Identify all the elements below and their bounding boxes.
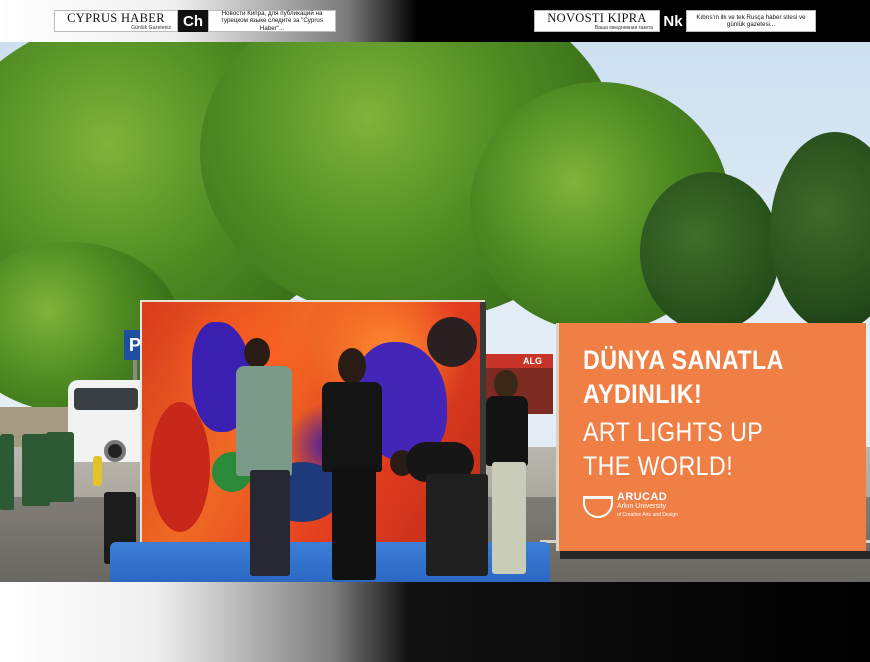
novosti-kipra-description: Kıbrıs'ın ilk ve tek Rusça haber sitesi … xyxy=(686,10,816,32)
cyprus-haber-description: Новости Кипра, для публикаций на турецко… xyxy=(208,10,336,32)
event-photo: P ALG DÜNYA SANATLA AYDINLIK! ART LIGHTS… xyxy=(0,42,870,582)
cyprus-haber-title: CYPRUS HABER xyxy=(67,10,165,25)
banner-headline-tr-1: DÜNYA SANATLA xyxy=(583,345,784,375)
tree-canopy xyxy=(770,132,870,332)
banner-headline-en-1: ART LIGHTS UP xyxy=(583,417,764,447)
arucad-logo-sub2: of Creative Arts and Design xyxy=(617,512,678,518)
arucad-logo-sub1: Arkın University xyxy=(617,503,667,510)
novosti-kipra-brand[interactable]: NOVOSTI KIPRA Ваша ежедневная газета Nk … xyxy=(534,10,816,32)
van-wheel xyxy=(104,440,126,462)
novosti-kipra-title: NOVOSTI KIPRA xyxy=(547,10,647,25)
cyprus-haber-name-box: CYPRUS HABER Günlük Gazeteniz xyxy=(54,10,178,32)
paint-shape xyxy=(427,317,477,367)
person-painter-green xyxy=(232,338,312,582)
cyprus-haber-brand[interactable]: CYPRUS HABER Günlük Gazeteniz Ch Новости… xyxy=(54,10,336,32)
novosti-kipra-logo-text: Nk xyxy=(663,12,683,30)
top-header-bar: CYPRUS HABER Günlük Gazeteniz Ch Новости… xyxy=(0,0,870,42)
kiosk-sign: ALG xyxy=(483,354,553,368)
trash-bin xyxy=(46,432,74,502)
bottom-bar xyxy=(0,582,870,662)
paint-shape xyxy=(150,402,210,532)
banner-headline-tr-2: AYDINLIK! xyxy=(583,379,703,409)
tree-canopy xyxy=(640,172,780,332)
cyprus-haber-logo-icon: Ch xyxy=(178,10,208,32)
arucad-logo-name: ARUCAD xyxy=(617,491,668,503)
cyprus-haber-tagline: Günlük Gazeteniz xyxy=(131,24,171,31)
arucad-logo: ARUCAD Arkın University of Creative Arts… xyxy=(583,491,678,520)
banner-headline-en-2: THE WORLD! xyxy=(583,451,734,481)
person-standing xyxy=(484,370,534,580)
novosti-kipra-name-box: NOVOSTI KIPRA Ваша ежедневная газета xyxy=(534,10,660,32)
cyprus-haber-logo-text: Ch xyxy=(183,12,203,30)
novosti-kipra-tagline: Ваша ежедневная газета xyxy=(594,24,653,31)
banner-base xyxy=(560,551,870,559)
novosti-kipra-logo-icon: Nk xyxy=(660,10,686,32)
trash-bin xyxy=(0,434,14,510)
person-painter-black xyxy=(318,348,388,582)
arucad-logo-text: ARUCAD Arkın University of Creative Arts… xyxy=(617,491,678,520)
white-van xyxy=(68,380,146,462)
arucad-logo-icon xyxy=(583,495,613,518)
van-window xyxy=(74,388,138,410)
arucad-banner: DÜNYA SANATLA AYDINLIK! ART LIGHTS UP TH… xyxy=(556,323,866,551)
bollard xyxy=(93,456,102,486)
